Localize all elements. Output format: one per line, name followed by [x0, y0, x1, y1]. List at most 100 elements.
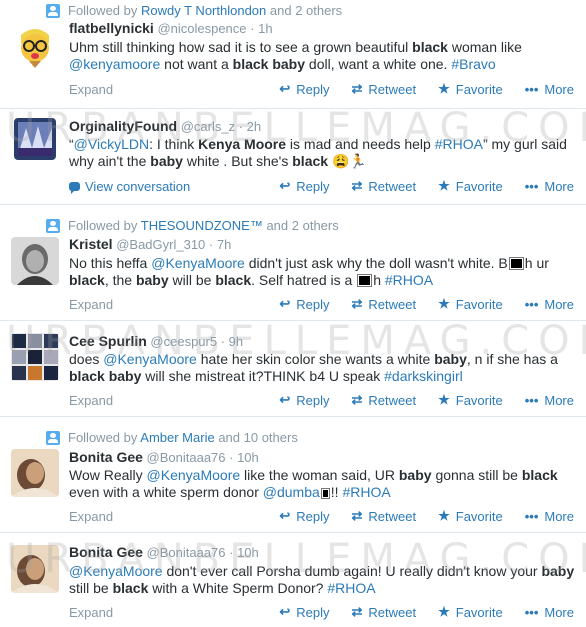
tweet-text: Wow Really @KenyaMoore like the woman sa… [69, 467, 558, 500]
star-icon: ★ [438, 508, 450, 523]
timestamp[interactable]: · 10h [229, 450, 259, 465]
favorite-button[interactable]: ★ Favorite [438, 178, 503, 194]
retweet-icon: ⇄ [351, 508, 363, 523]
favorite-button[interactable]: ★ Favorite [438, 296, 503, 312]
more-button[interactable]: ••• More [525, 179, 574, 194]
display-name[interactable]: Bonita Gee [69, 449, 143, 465]
more-button[interactable]: ••• More [525, 393, 574, 408]
avatar[interactable] [11, 449, 59, 497]
hashtag-link[interactable]: #RHOA [435, 136, 483, 152]
person-icon [46, 3, 60, 18]
retweet-button[interactable]: ⇄ Retweet [351, 508, 416, 524]
user-handle[interactable]: @BadGyrl_310 [116, 237, 205, 252]
display-name[interactable]: Bonita Gee [69, 544, 143, 560]
more-button[interactable]: ••• More [525, 605, 574, 620]
expand-link[interactable]: Expand [69, 297, 113, 312]
user-handle[interactable]: @carls_z [181, 119, 235, 134]
weary-face-icon: 😩 [331, 153, 350, 169]
favorite-button[interactable]: ★ Favorite [438, 81, 503, 97]
mention-link[interactable]: @kenyamoore [69, 56, 160, 72]
reply-button[interactable]: ↩ Reply [279, 296, 329, 312]
favorite-button[interactable]: ★ Favorite [438, 508, 503, 524]
tweet-text: @KenyaMoore don't ever call Porsha dumb … [69, 563, 575, 596]
timestamp[interactable]: · 1h [250, 21, 272, 36]
tweet-header: flatbellynicki @nicolespence · 1h [69, 20, 273, 36]
reply-icon: ↩ [279, 296, 291, 311]
retweet-icon: ⇄ [351, 392, 363, 407]
display-name[interactable]: OrginalityFound [69, 118, 177, 134]
user-handle[interactable]: @ceespur5 [150, 334, 217, 349]
ellipsis-icon: ••• [524, 508, 539, 524]
context-user-link[interactable]: Amber Marie [140, 430, 214, 445]
more-button[interactable]: ••• More [525, 82, 574, 97]
expand-link[interactable]: Expand [69, 605, 113, 620]
tweet-actions: ↩ Reply ⇄ Retweet ★ Favorite ••• More [257, 604, 574, 620]
tweet-text: “@VickyLDN: I think Kenya Moore is mad a… [69, 136, 567, 169]
hashtag-link[interactable]: #RHOA [327, 580, 375, 596]
mention-link[interactable]: @KenyaMoore [103, 351, 197, 367]
timestamp[interactable]: · 10h [229, 545, 259, 560]
reply-button[interactable]: ↩ Reply [279, 508, 329, 524]
user-handle[interactable]: @Bonitaaa76 [147, 450, 226, 465]
tweet-footer: View conversation ↩ Reply ⇄ Retweet ★ Favor… [69, 178, 574, 194]
more-button[interactable]: ••• More [525, 297, 574, 312]
expand-link[interactable]: Expand [69, 509, 113, 524]
expand-link[interactable]: Expand [69, 82, 113, 97]
favorite-button[interactable]: ★ Favorite [438, 392, 503, 408]
runner-icon: 🏃 [349, 153, 367, 169]
followed-by-context: Followed by Amber Marie and 10 others [46, 430, 298, 445]
context-user-link[interactable]: Rowdy T Northlondon [141, 3, 266, 18]
star-icon: ★ [438, 392, 450, 407]
reply-button[interactable]: ↩ Reply [279, 392, 329, 408]
tweet-header: Bonita Gee @Bonitaaa76 · 10h [69, 544, 259, 560]
timestamp[interactable]: · 7h [209, 237, 231, 252]
avatar[interactable] [14, 118, 56, 160]
star-icon: ★ [438, 604, 450, 619]
retweet-button[interactable]: ⇄ Retweet [351, 392, 416, 408]
avatar[interactable] [11, 333, 59, 381]
mention-link[interactable]: @KenyaMoore [151, 255, 245, 271]
reply-button[interactable]: ↩ Reply [279, 604, 329, 620]
mention-link[interactable]: @dumba [263, 484, 320, 500]
avatar[interactable] [11, 545, 59, 593]
speech-bubble-icon [69, 181, 80, 194]
expand-link[interactable]: Expand [69, 393, 113, 408]
retweet-button[interactable]: ⇄ Retweet [351, 178, 416, 194]
tweet: Cee Spurlin @ceespur5 · 9h does @KenyaMo… [0, 321, 586, 417]
hashtag-link[interactable]: #Bravo [451, 56, 495, 72]
tweet-footer: Expand ↩ Reply ⇄ Retweet ★ Favorite ••• More [69, 81, 574, 97]
mention-link[interactable]: @VickyLDN [74, 136, 149, 152]
tweet-header: Cee Spurlin @ceespur5 · 9h [69, 333, 243, 349]
timestamp[interactable]: · 9h [221, 334, 243, 349]
hashtag-link[interactable]: #RHOA [385, 272, 433, 288]
reply-button[interactable]: ↩ Reply [279, 81, 329, 97]
ellipsis-icon: ••• [524, 296, 539, 312]
user-handle[interactable]: @Bonitaaa76 [147, 545, 226, 560]
avatar[interactable] [11, 237, 59, 285]
display-name[interactable]: Cee Spurlin [69, 333, 147, 349]
retweet-button[interactable]: ⇄ Retweet [351, 81, 416, 97]
ellipsis-icon: ••• [524, 392, 539, 408]
view-conversation-link[interactable]: View conversation [69, 179, 190, 194]
hashtag-link[interactable]: #RHOA [342, 484, 390, 500]
tweet-header: Bonita Gee @Bonitaaa76 · 10h [69, 449, 259, 465]
person-icon [46, 430, 60, 445]
display-name[interactable]: Kristel [69, 236, 113, 252]
user-handle[interactable]: @nicolespence [157, 21, 246, 36]
mention-link[interactable]: @KenyaMoore [69, 563, 163, 579]
reply-button[interactable]: ↩ Reply [279, 178, 329, 194]
favorite-button[interactable]: ★ Favorite [438, 604, 503, 620]
avatar[interactable] [11, 21, 59, 69]
star-icon: ★ [438, 296, 450, 311]
tweet: Followed by THESOUNDZONE™ and 2 others K… [0, 205, 586, 321]
display-name[interactable]: flatbellynicki [69, 20, 154, 36]
timestamp[interactable]: · 2h [239, 119, 261, 134]
context-user-link[interactable]: THESOUNDZONE™ [141, 218, 263, 233]
mention-link[interactable]: @KenyaMoore [147, 467, 241, 483]
ellipsis-icon: ••• [524, 604, 539, 620]
tweet-footer: Expand ↩ Reply ⇄ Retweet ★ Favorite ••• More [69, 508, 574, 524]
hashtag-link[interactable]: #darkskingirl [384, 368, 463, 384]
retweet-button[interactable]: ⇄ Retweet [351, 604, 416, 620]
retweet-button[interactable]: ⇄ Retweet [351, 296, 416, 312]
more-button[interactable]: ••• More [525, 509, 574, 524]
